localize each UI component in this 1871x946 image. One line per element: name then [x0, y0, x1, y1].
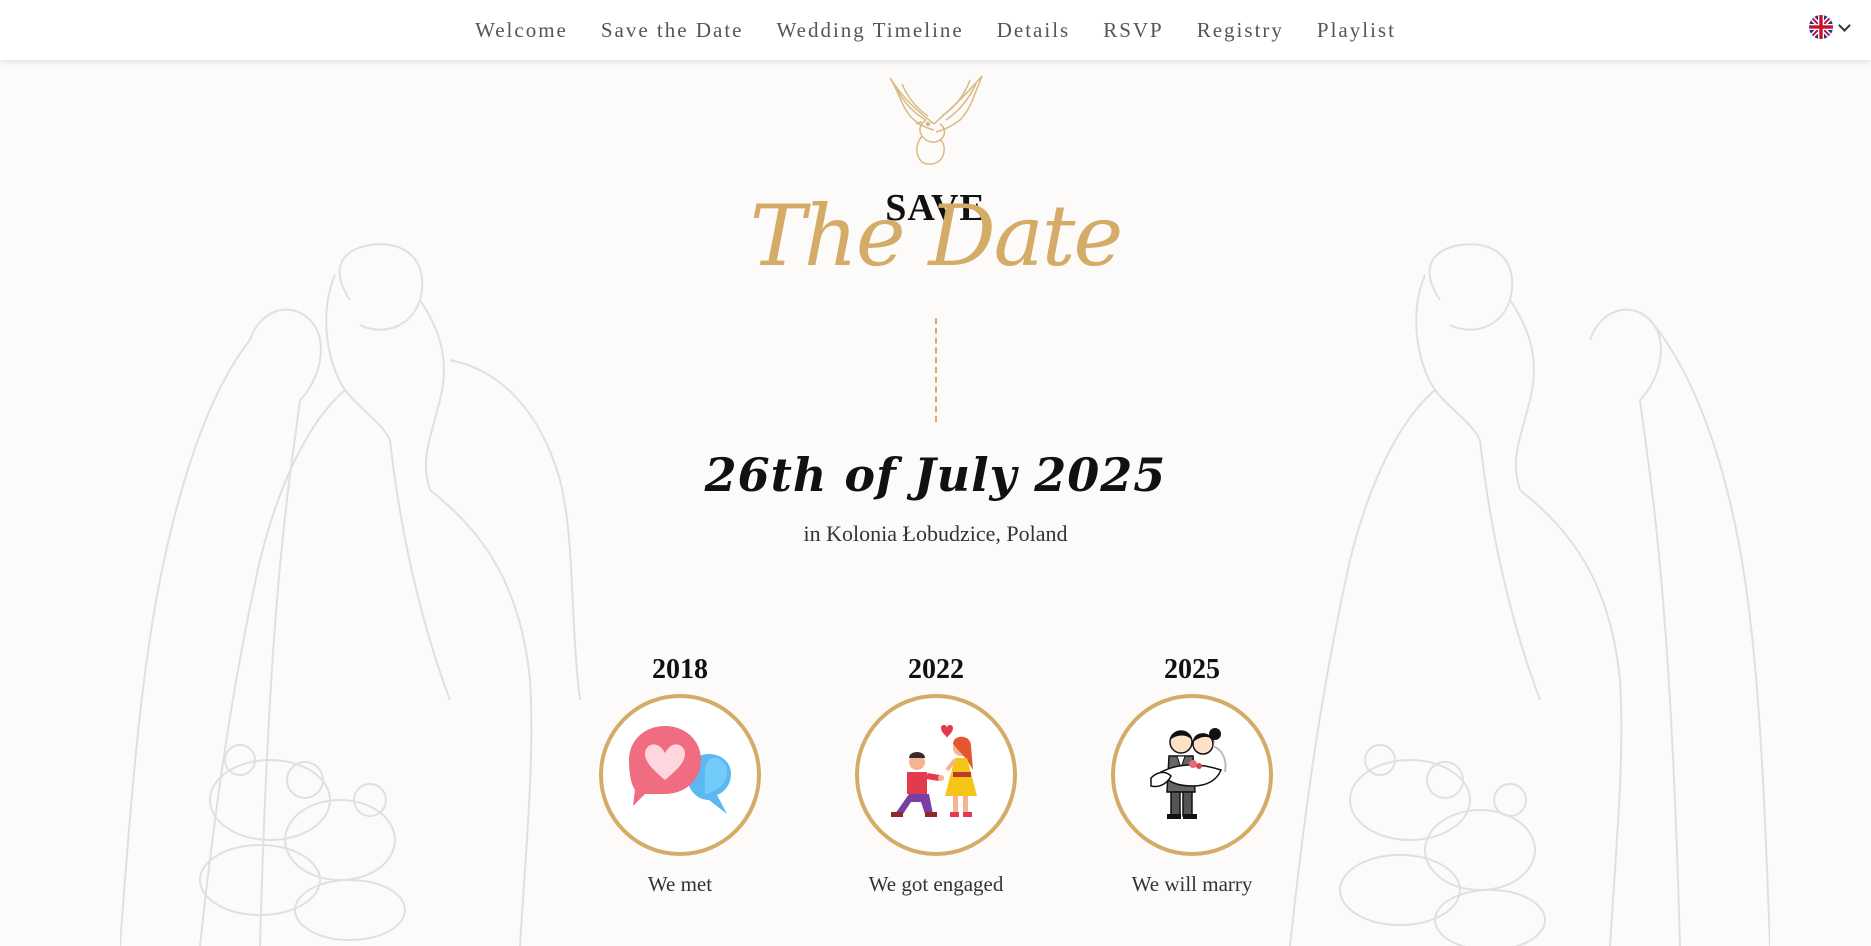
milestone-label: We will marry	[1131, 872, 1253, 896]
wedding-date: 26th of July 2025	[704, 448, 1167, 502]
wedding-location: in Kolonia Łobudzice, Poland	[803, 521, 1068, 546]
milestone-label: We met	[647, 872, 713, 896]
milestone-year: 2018	[652, 654, 708, 685]
dove-icon	[889, 75, 983, 165]
milestone-2022: 2022 We got engaged	[836, 650, 1036, 897]
uk-flag-icon	[1809, 15, 1833, 39]
nav-registry[interactable]: Registry	[1197, 18, 1284, 43]
milestones: 2018 We met 2022 We got engaged 2025 We …	[0, 650, 1871, 910]
nav-details[interactable]: Details	[997, 18, 1070, 43]
dashed-divider	[935, 318, 937, 422]
chat-hearts-icon	[629, 726, 731, 814]
milestone-circle	[1111, 694, 1273, 856]
milestone-label: We got engaged	[868, 872, 1004, 896]
top-navigation: Welcome Save the Date Wedding Timeline D…	[0, 0, 1871, 60]
nav-save-the-date[interactable]: Save the Date	[601, 18, 744, 43]
the-date-script: The Date	[749, 187, 1123, 285]
milestone-year: 2022	[908, 654, 964, 685]
milestone-circle	[855, 694, 1017, 856]
nav-welcome[interactable]: Welcome	[475, 18, 568, 43]
nav-wedding-timeline[interactable]: Wedding Timeline	[776, 18, 963, 43]
chevron-down-icon	[1838, 18, 1851, 32]
language-selector[interactable]	[1808, 14, 1851, 40]
save-the-date-section: SAVE The Date 26th of July 2025 in Kolon…	[0, 0, 1871, 946]
milestone-2025: 2025 We will marry	[1092, 650, 1292, 897]
nav-playlist[interactable]: Playlist	[1317, 18, 1396, 43]
milestone-year: 2025	[1164, 654, 1220, 685]
proposal-icon	[891, 725, 977, 817]
bride-groom-icon	[1150, 728, 1227, 819]
nav-links: Welcome Save the Date Wedding Timeline D…	[0, 0, 1871, 60]
milestone-circle	[599, 694, 761, 856]
nav-rsvp[interactable]: RSVP	[1103, 18, 1164, 43]
milestone-2018: 2018 We met	[580, 650, 780, 897]
